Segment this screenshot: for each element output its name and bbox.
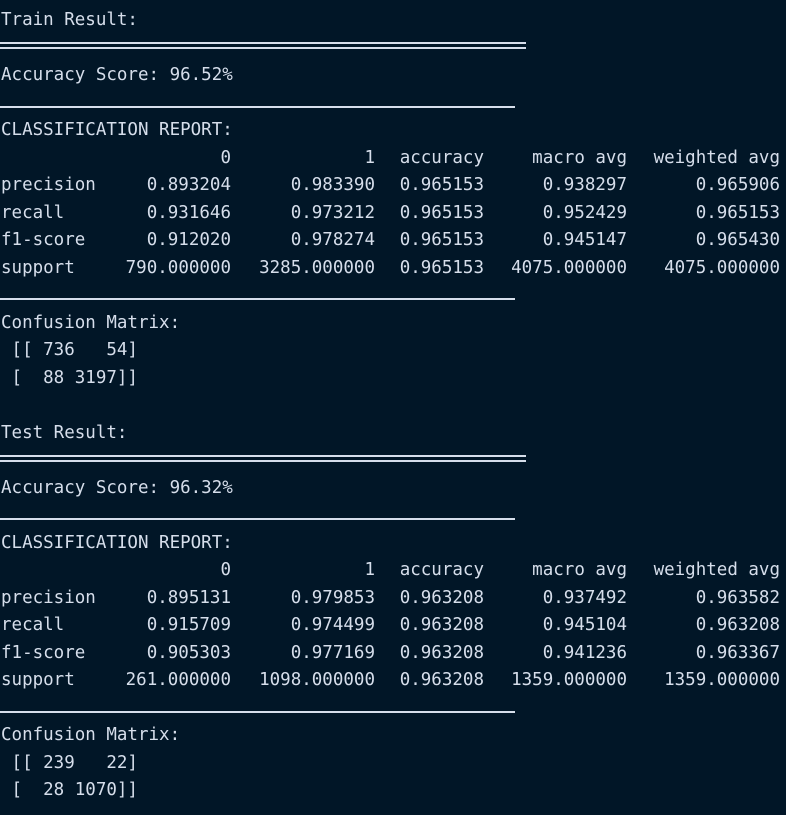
train-confusion-title: Confusion Matrix: xyxy=(1,313,181,333)
test-accuracy-score: Accuracy Score: 96.32% xyxy=(1,478,233,498)
train-row-label-precision: precision xyxy=(1,175,96,195)
test-confusion-row-1: [[ 239 22] xyxy=(1,753,138,773)
table-cell: 0.963367 xyxy=(695,643,780,663)
table-cell: 0.895131 xyxy=(146,588,231,608)
table-cell: 0.963208 xyxy=(399,643,484,663)
table-cell: 0.965153 xyxy=(399,175,484,195)
train-divider-2 xyxy=(0,298,515,300)
table-cell: 0.963582 xyxy=(695,588,780,608)
table-cell: 0.965153 xyxy=(695,203,780,223)
table-cell: 0.979853 xyxy=(290,588,375,608)
table-cell: 0.983390 xyxy=(290,175,375,195)
train-col-header-macro-avg: macro avg xyxy=(532,148,627,168)
test-divider-2 xyxy=(0,711,515,713)
test-col-header-macro-avg: macro avg xyxy=(532,560,627,580)
test-confusion-row-2: [ 28 1070]] xyxy=(1,780,138,800)
test-confusion-title: Confusion Matrix: xyxy=(1,725,181,745)
train-col-header-0: 0 xyxy=(220,148,231,168)
test-col-header-0: 0 xyxy=(220,560,231,580)
train-divider-1 xyxy=(0,106,515,108)
table-cell: 0.973212 xyxy=(290,203,375,223)
table-cell: 0.974499 xyxy=(290,615,375,635)
table-cell: 0.963208 xyxy=(695,615,780,635)
test-row-label-support: support xyxy=(1,670,75,690)
train-row-label-recall: recall xyxy=(1,203,65,223)
table-cell: 0.963208 xyxy=(399,615,484,635)
test-col-header-1: 1 xyxy=(364,560,375,580)
table-cell: 0.952429 xyxy=(542,203,627,223)
table-cell: 4075.000000 xyxy=(664,258,780,278)
train-col-header-weighted-avg: weighted avg xyxy=(653,148,780,168)
test-report-title: CLASSIFICATION REPORT: xyxy=(1,533,233,553)
table-cell: 0.912020 xyxy=(146,230,231,250)
test-row-label-f1-score: f1-score xyxy=(1,643,86,663)
table-cell: 0.965153 xyxy=(399,258,484,278)
train-confusion-row-1: [[ 736 54] xyxy=(1,340,138,360)
table-cell: 1359.000000 xyxy=(511,670,627,690)
train-result-title: Train Result: xyxy=(1,10,138,30)
table-cell: 261.000000 xyxy=(125,670,231,690)
table-cell: 0.893204 xyxy=(146,175,231,195)
table-cell: 0.963208 xyxy=(399,588,484,608)
table-cell: 0.965906 xyxy=(695,175,780,195)
train-double-divider xyxy=(0,42,526,49)
table-cell: 4075.000000 xyxy=(511,258,627,278)
table-cell: 1098.000000 xyxy=(259,670,375,690)
table-cell: 790.000000 xyxy=(125,258,231,278)
table-cell: 0.978274 xyxy=(290,230,375,250)
table-cell: 0.905303 xyxy=(146,643,231,663)
table-cell: 0.965430 xyxy=(695,230,780,250)
table-cell: 0.965153 xyxy=(399,203,484,223)
table-cell: 0.931646 xyxy=(146,203,231,223)
test-col-header-weighted-avg: weighted avg xyxy=(653,560,780,580)
table-cell: 3285.000000 xyxy=(259,258,375,278)
train-row-label-f1-score: f1-score xyxy=(1,230,86,250)
table-cell: 0.938297 xyxy=(542,175,627,195)
table-cell: 0.941236 xyxy=(542,643,627,663)
table-cell: 0.977169 xyxy=(290,643,375,663)
table-cell: 0.945104 xyxy=(542,615,627,635)
table-cell: 0.915709 xyxy=(146,615,231,635)
table-cell: 1359.000000 xyxy=(664,670,780,690)
train-report-title: CLASSIFICATION REPORT: xyxy=(1,120,233,140)
test-result-title: Test Result: xyxy=(1,423,128,443)
table-cell: 0.965153 xyxy=(399,230,484,250)
table-cell: 0.945147 xyxy=(542,230,627,250)
table-cell: 0.963208 xyxy=(399,670,484,690)
train-col-header-accuracy: accuracy xyxy=(399,148,484,168)
train-row-label-support: support xyxy=(1,258,75,278)
test-col-header-accuracy: accuracy xyxy=(399,560,484,580)
train-confusion-row-2: [ 88 3197]] xyxy=(1,368,138,388)
test-double-divider xyxy=(0,455,526,462)
table-cell: 0.937492 xyxy=(542,588,627,608)
test-row-label-precision: precision xyxy=(1,588,96,608)
train-col-header-1: 1 xyxy=(364,148,375,168)
test-divider-1 xyxy=(0,518,515,520)
test-row-label-recall: recall xyxy=(1,615,65,635)
train-accuracy-score: Accuracy Score: 96.52% xyxy=(1,65,233,85)
